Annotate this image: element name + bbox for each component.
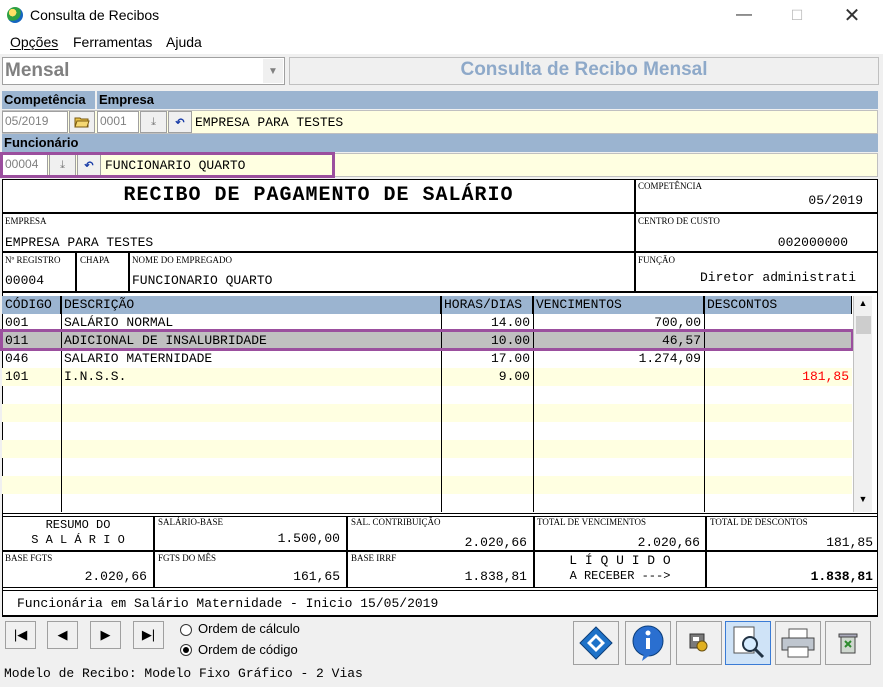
funcao-label: FUNÇÃO (638, 255, 676, 265)
funcionario-highlight (0, 152, 335, 178)
base-irrf-value: 1.838,81 (464, 569, 527, 584)
base-fgts-value: 2.020,66 (84, 569, 147, 584)
empresa-label: Empresa (97, 91, 878, 109)
nome-value: FUNCIONARIO QUARTO (132, 273, 273, 288)
cell-descricao: SALARIO MATERNIDADE (64, 351, 213, 366)
minimize-icon[interactable]: — (721, 0, 767, 30)
last-record-icon[interactable]: ▶| (133, 621, 164, 649)
app-icon (7, 7, 23, 23)
observation-text: Funcionária em Salário Maternidade - Ini… (17, 596, 439, 611)
col-horas-header[interactable]: HORAS/DIAS (441, 296, 533, 314)
close-icon[interactable]: ✕ (829, 0, 875, 30)
cell-vencimentos: 1.274,09 (638, 351, 701, 366)
base-fgts-label: BASE FGTS (5, 553, 53, 563)
registro-label: Nº REGISTRO (5, 255, 61, 265)
col-descontos-header[interactable]: DESCONTOS (704, 296, 852, 314)
mode-select-value: Mensal (5, 60, 70, 81)
folder-open-icon[interactable] (69, 111, 95, 133)
download-icon[interactable]: ⤓ (140, 111, 167, 133)
menu-ferramentas[interactable]: Ferramentas (73, 34, 152, 50)
table-row[interactable]: 046 SALARIO MATERNIDADE 17.00 1.274,09 (2, 350, 852, 368)
fgts-mes-value: 161,65 (293, 569, 340, 584)
chapa-label: CHAPA (80, 255, 110, 265)
salario-base-label: SALÁRIO-BASE (158, 517, 224, 527)
competencia-input[interactable]: 05/2019 (2, 111, 68, 133)
info-icon[interactable] (625, 621, 671, 665)
printer-icon[interactable] (775, 621, 821, 665)
cell-vencimentos (533, 368, 704, 386)
settings-icon[interactable] (676, 621, 722, 665)
liquido-line2: A RECEBER ---> (569, 569, 671, 583)
liquido-value: 1.838,81 (810, 569, 873, 584)
order-calc-radio[interactable] (180, 624, 192, 636)
funcao-value: Diretor administrati (700, 270, 857, 285)
receipt-title: RECIBO DE PAGAMENTO DE SALÁRIO (123, 184, 514, 207)
model-footer: Modelo de Recibo: Modelo Fixo Gráfico - … (4, 666, 363, 681)
scroll-up-icon[interactable]: ▲ (855, 298, 871, 314)
cell-codigo: 101 (5, 369, 29, 384)
first-record-icon[interactable]: |◀ (5, 621, 36, 649)
empresa-name: EMPRESA PARA TESTES (195, 115, 344, 130)
centro-custo-label: CENTRO DE CUSTO (638, 216, 720, 226)
empresa-cell-value: EMPRESA PARA TESTES (5, 235, 154, 250)
previous-record-icon[interactable]: ◀ (47, 621, 78, 649)
empresa-code-input[interactable]: 0001 (97, 111, 139, 133)
cell-horas: 9.00 (498, 369, 530, 384)
resumo-line1: RESUMO DO (45, 518, 111, 532)
window-title: Consulta de Recibos (30, 7, 160, 23)
empty-row (2, 440, 852, 458)
resumo-line2: S A L Á R I O (31, 533, 125, 547)
page-title: Consulta de Recibo Mensal (460, 59, 708, 80)
empty-row (2, 476, 852, 494)
row-highlight (0, 329, 854, 351)
nome-label: NOME DO EMPREGADO (132, 255, 233, 265)
menu-ajuda[interactable]: Ajuda (166, 34, 202, 50)
order-calc-label[interactable]: Ordem de cálculo (198, 621, 300, 636)
menu-opcoes[interactable]: Opções (10, 34, 58, 50)
salario-base-value: 1.500,00 (277, 531, 340, 546)
trash-icon[interactable] (825, 621, 871, 665)
liquido-line1: L Í Q U I D O (569, 553, 671, 568)
registro-value: 00004 (5, 273, 45, 288)
funcionario-label: Funcionário (2, 134, 878, 152)
cell-descontos (704, 350, 852, 368)
scroll-down-icon[interactable]: ▼ (855, 494, 871, 510)
next-record-icon[interactable]: ▶ (90, 621, 121, 649)
empresa-cell-label: EMPRESA (5, 216, 47, 226)
competencia-cell-value: 05/2019 (808, 193, 863, 208)
order-code-label[interactable]: Ordem de código (198, 642, 298, 657)
sal-contribuicao-label: SAL. CONTRIBUIÇÃO (351, 517, 441, 527)
scroll-thumb[interactable] (856, 316, 871, 334)
maximize-icon[interactable]: ☐ (774, 0, 820, 30)
layout-icon[interactable] (573, 621, 619, 665)
total-vencimentos-label: TOTAL DE VENCIMENTOS (537, 517, 646, 527)
col-codigo-header[interactable]: CÓDIGO (2, 296, 61, 314)
cell-descricao: I.N.S.S. (64, 369, 127, 384)
total-descontos-label: TOTAL DE DESCONTOS (710, 517, 808, 527)
competencia-label: Competência (2, 91, 95, 109)
centro-custo-value: 002000000 (777, 235, 848, 250)
cell-descontos: 181,85 (802, 369, 849, 384)
undo-icon[interactable]: ↶ (168, 111, 192, 133)
competencia-cell-label: COMPETÊNCIA (638, 181, 703, 191)
col-descricao-header[interactable]: DESCRIÇÃO (61, 296, 441, 314)
total-descontos-value: 181,85 (826, 535, 873, 550)
sal-contribuicao-value: 2.020,66 (464, 535, 527, 550)
cell-horas: 17.00 (490, 351, 530, 366)
base-irrf-label: BASE IRRF (351, 553, 397, 563)
chevron-down-icon[interactable]: ▼ (263, 59, 283, 83)
table-row[interactable]: 101 I.N.S.S. 9.00 181,85 (2, 368, 852, 386)
fgts-mes-label: FGTS DO MÊS (158, 553, 217, 563)
col-vencimentos-header[interactable]: VENCIMENTOS (533, 296, 704, 314)
preview-icon[interactable] (725, 621, 771, 665)
cell-codigo: 046 (5, 351, 29, 366)
order-code-radio[interactable] (180, 644, 192, 656)
total-vencimentos-value: 2.020,66 (637, 535, 700, 550)
empty-row (2, 404, 852, 422)
